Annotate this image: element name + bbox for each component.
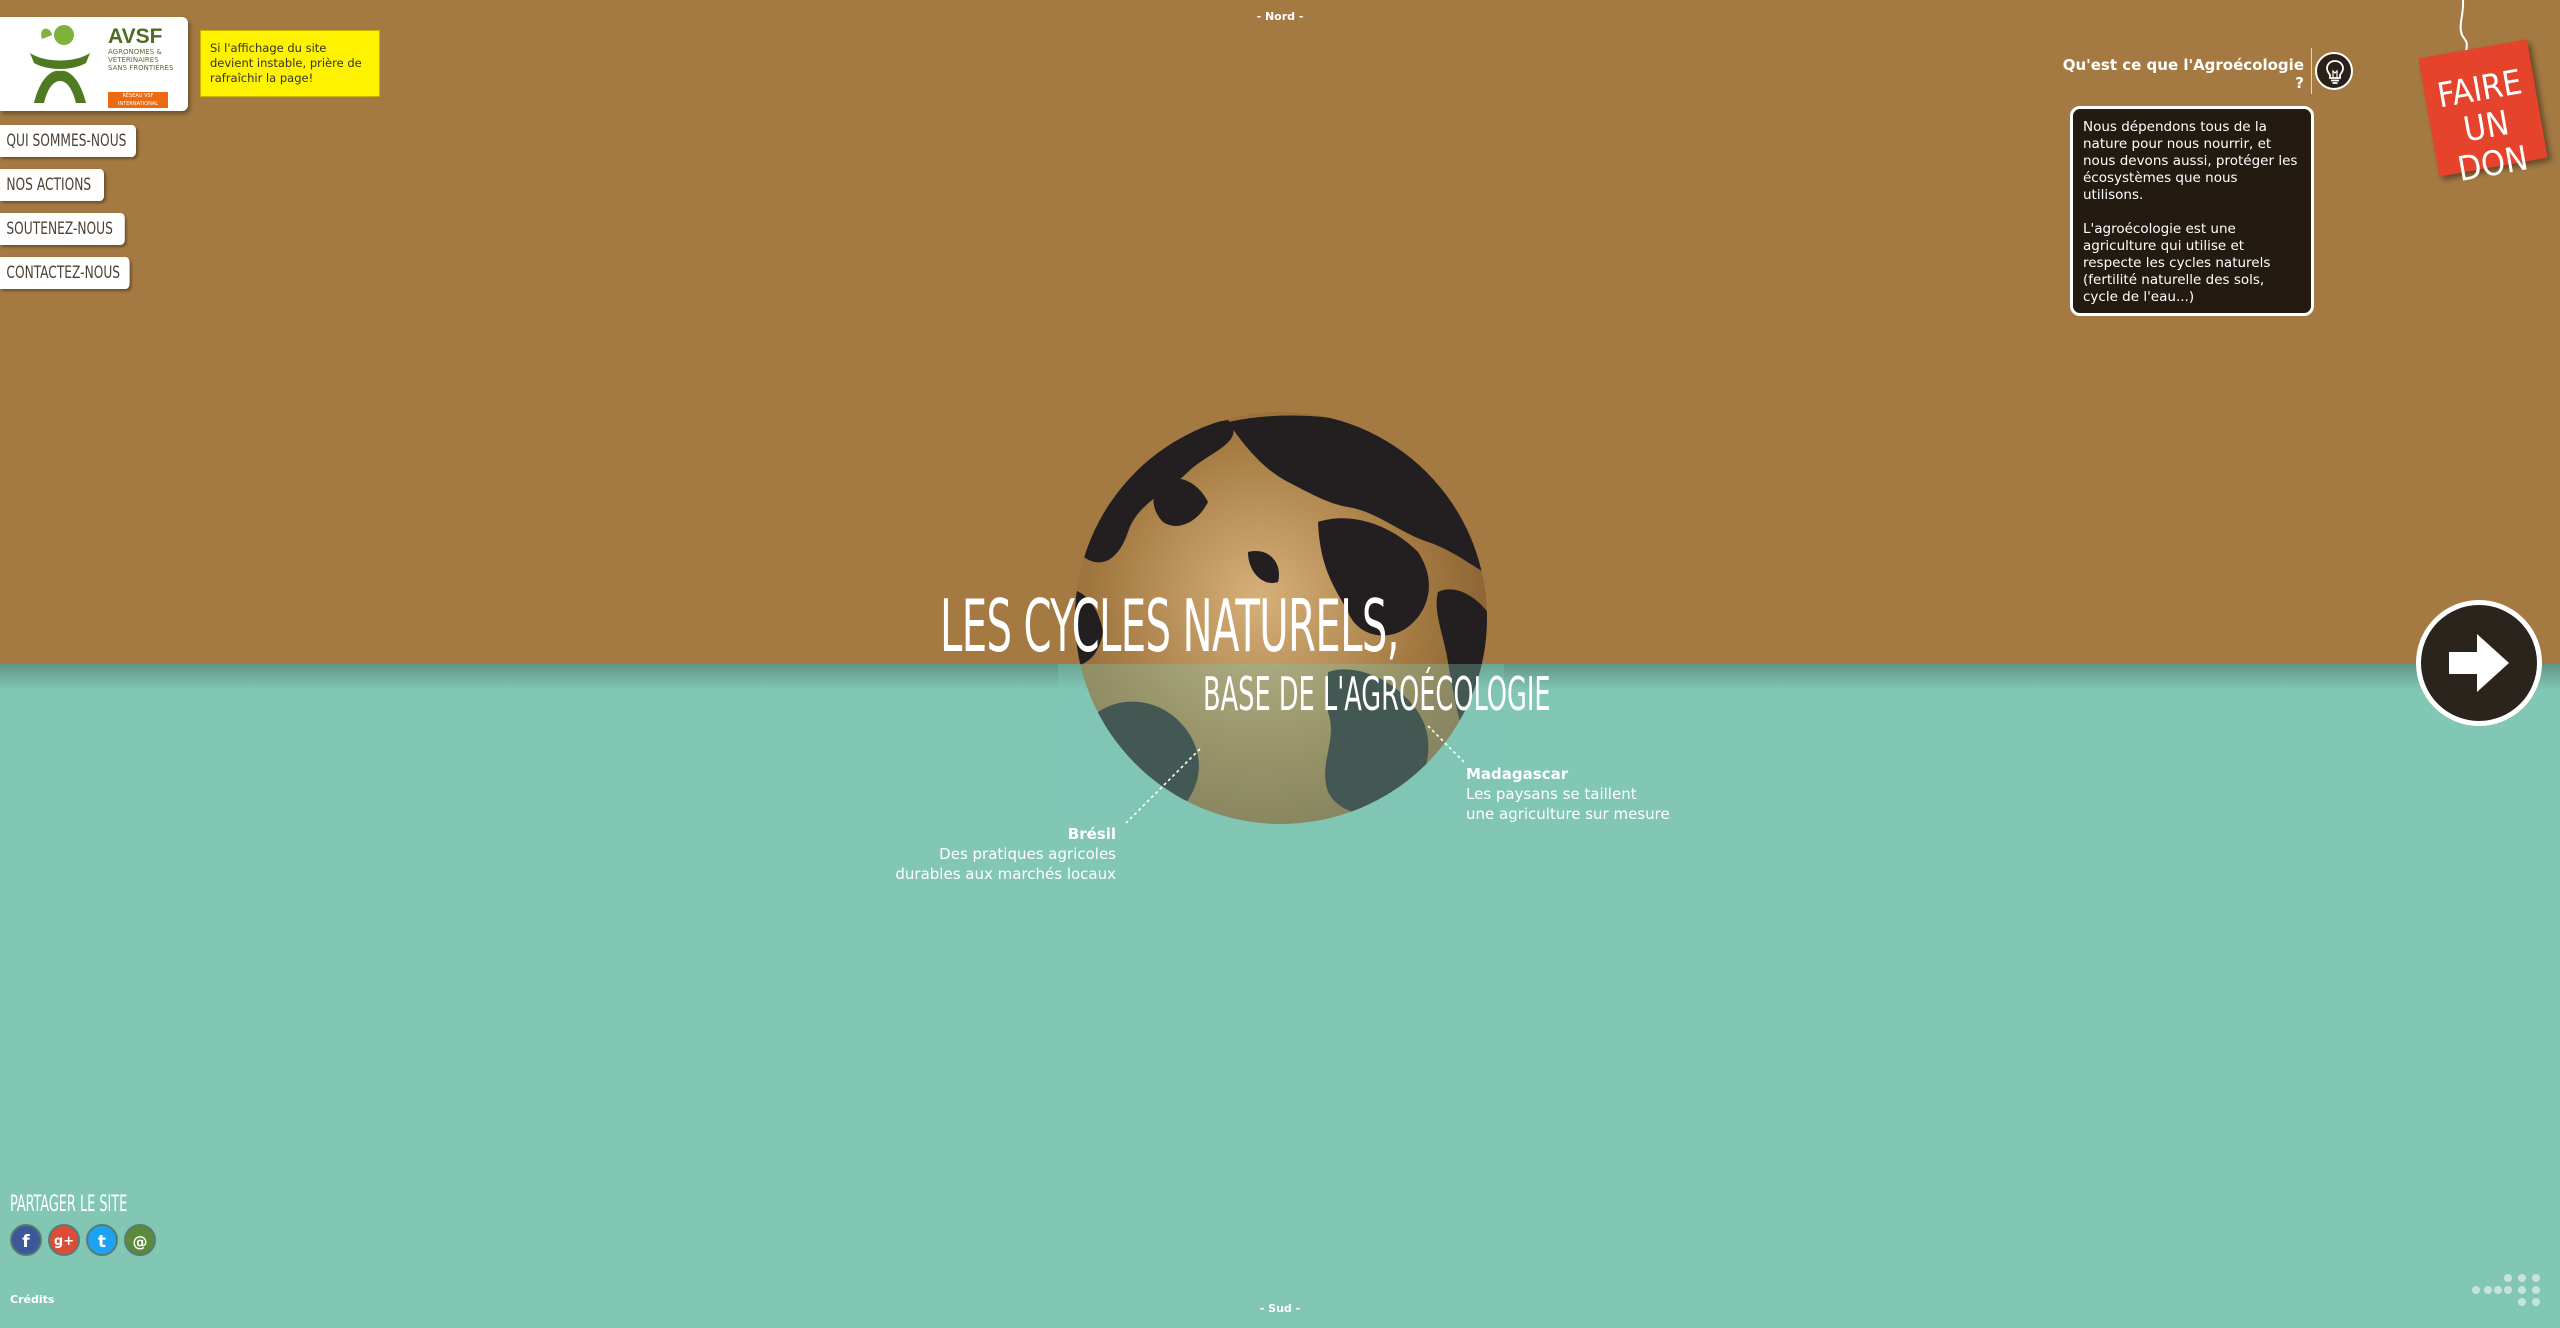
bresil-line-2: durables aux marchés locaux bbox=[895, 865, 1116, 883]
bresil-label: Brésil bbox=[1067, 825, 1116, 843]
annotation-madagascar[interactable]: Madagascar Les paysans se taillent une a… bbox=[1466, 764, 1766, 824]
logo-tag: RÉSEAU VSF INTERNATIONAL bbox=[108, 92, 168, 108]
info-paragraph-1: Nous dépendons tous de la nature pour no… bbox=[2083, 119, 2298, 203]
next-button[interactable] bbox=[2416, 600, 2542, 726]
nav-soutenez-nous[interactable]: SOUTENEZ-NOUS bbox=[0, 213, 125, 245]
logo-name: AVSF bbox=[108, 25, 163, 48]
facebook-icon[interactable]: f bbox=[10, 1224, 42, 1256]
headline-main: LES CYCLES NATURELS, bbox=[940, 584, 1399, 668]
compass-north: - Nord - bbox=[1256, 10, 1304, 23]
avsf-logo[interactable]: AVSF AGRONOMES & VÉTÉRINAIRES SANS FRONT… bbox=[0, 17, 188, 111]
nav-contactez-nous[interactable]: CONTACTEZ-NOUS bbox=[0, 257, 130, 289]
madagascar-pointer bbox=[1427, 725, 1465, 763]
madagascar-line-2: une agriculture sur mesure bbox=[1466, 805, 1670, 823]
credits-link[interactable]: Crédits bbox=[10, 1293, 54, 1306]
agroecology-info-box: Nous dépendons tous de la nature pour no… bbox=[2070, 106, 2314, 316]
nav-qui-sommes-nous[interactable]: QUI SOMMES-NOUS bbox=[0, 125, 136, 157]
madagascar-line-1: Les paysans se taillent bbox=[1466, 785, 1637, 803]
share-title: PARTAGER LE SITE bbox=[10, 1192, 128, 1217]
compass-south: - Sud - bbox=[1259, 1302, 1301, 1315]
stability-notice: Si l'affichage du site devient instable,… bbox=[200, 30, 380, 97]
question-divider bbox=[2311, 48, 2312, 94]
arrow-right-icon bbox=[2449, 634, 2509, 692]
info-paragraph-2: L'agroécologie est une agriculture qui u… bbox=[2083, 221, 2271, 305]
nav-nos-actions[interactable]: NOS ACTIONS bbox=[0, 169, 104, 201]
logo-subtitle: AGRONOMES & VÉTÉRINAIRES SANS FRONTIÈRES bbox=[108, 48, 174, 72]
headline-sub: BASE DE L'AGROÉCOLOGIE bbox=[1203, 667, 1551, 721]
donate-button[interactable]: FAIRE UN DON bbox=[2418, 39, 2548, 190]
lightbulb-icon bbox=[2326, 60, 2344, 84]
bresil-pointer bbox=[1125, 748, 1201, 824]
bresil-line-1: Des pratiques agricoles bbox=[939, 845, 1116, 863]
twitter-icon[interactable]: t bbox=[86, 1224, 118, 1256]
google-plus-icon[interactable]: g+ bbox=[48, 1224, 80, 1256]
lightbulb-button[interactable] bbox=[2315, 52, 2353, 90]
email-icon[interactable]: @ bbox=[124, 1224, 156, 1256]
annotation-bresil[interactable]: Brésil Des pratiques agricoles durables … bbox=[840, 824, 1116, 884]
avsf-logo-icon bbox=[30, 25, 90, 103]
page-indicator-icon[interactable] bbox=[2470, 1272, 2542, 1312]
madagascar-label: Madagascar bbox=[1466, 765, 1569, 783]
agroecology-question[interactable]: Qu'est ce que l'Agroécologie ? bbox=[2060, 56, 2304, 92]
